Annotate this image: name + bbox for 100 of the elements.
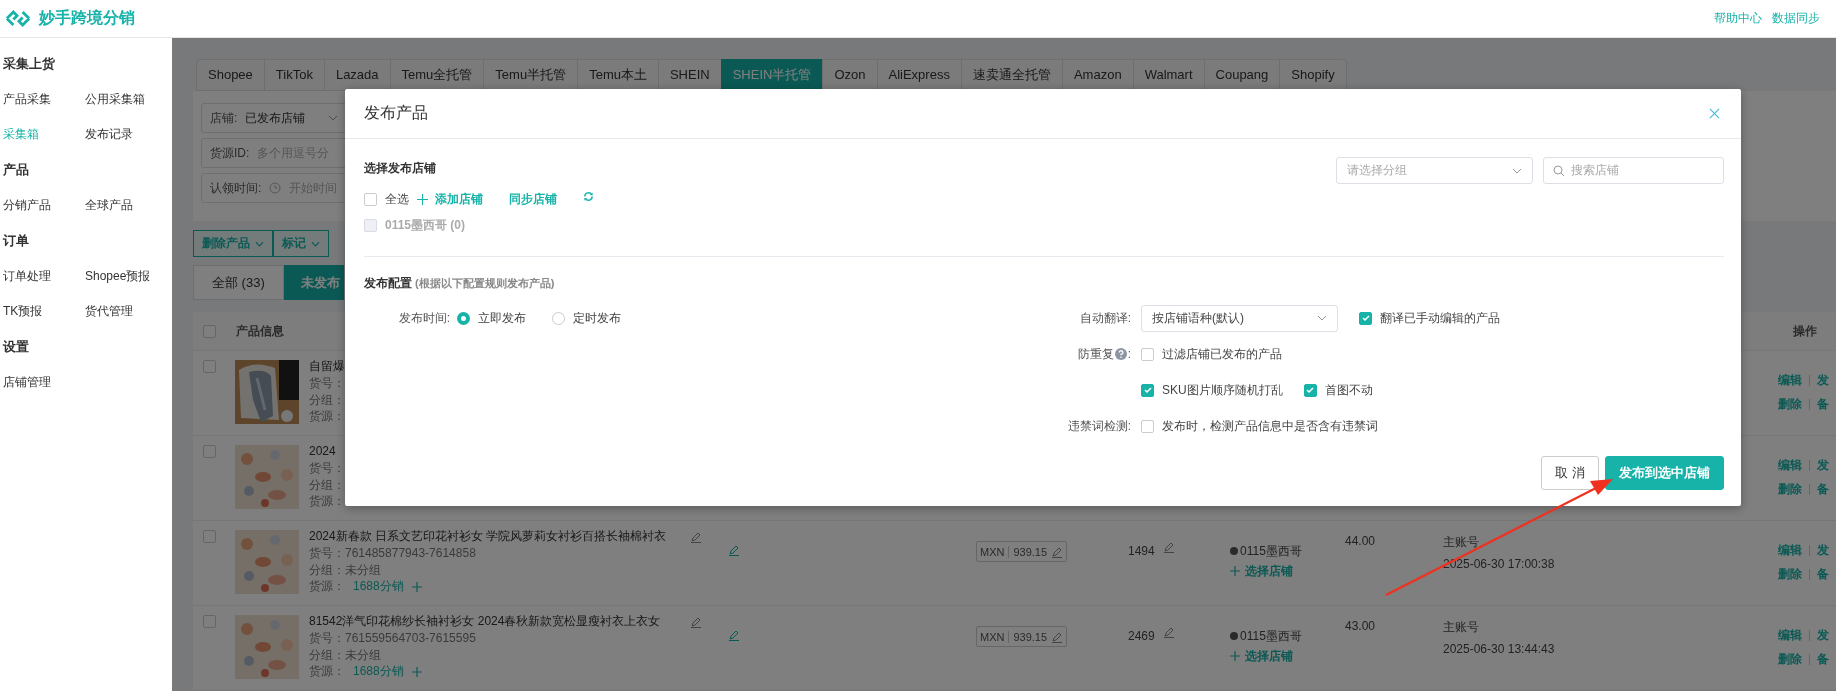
pencil-icon[interactable] — [690, 616, 702, 628]
checkbox[interactable]: 过滤店铺已发布的产品 — [1141, 345, 1282, 363]
source-link[interactable]: 1688分销 — [353, 578, 404, 595]
action-link[interactable]: 编辑 — [1778, 541, 1802, 559]
platform-tab[interactable]: SHEIN半托管 — [720, 59, 823, 91]
checkbox[interactable] — [203, 530, 216, 543]
bulk-action-button[interactable]: 删除产品 — [193, 230, 273, 257]
status-tab[interactable]: 全部 (33) — [193, 265, 284, 300]
timestamp: 2025-06-30 13:44:43 — [1443, 641, 1556, 658]
sidebar-item[interactable]: 分销产品 — [3, 188, 51, 223]
platform-tab[interactable]: 速卖通全托管 — [960, 59, 1062, 91]
publish-button[interactable]: 发布到选中店铺 — [1605, 456, 1724, 490]
plus-icon[interactable] — [411, 666, 422, 677]
action-link[interactable]: 编辑 — [1778, 456, 1802, 474]
platform-tab[interactable]: Coupang — [1203, 59, 1280, 91]
source-label: 货源： — [309, 408, 345, 425]
app-title: 妙手跨境分销 — [39, 8, 135, 28]
pencil-icon[interactable] — [1162, 541, 1175, 553]
close-icon[interactable] — [1709, 108, 1720, 119]
store-name: 0115墨西哥 — [1240, 543, 1302, 560]
platform-tab[interactable]: AliExpress — [876, 59, 961, 91]
product-sku: 货号：761559564703-7615595 — [309, 630, 477, 647]
help-icon[interactable] — [1114, 348, 1127, 360]
pencil-icon[interactable] — [1162, 626, 1175, 638]
select-store-link[interactable]: 选择店铺 — [1230, 561, 1293, 581]
field-label: : — [1127, 347, 1131, 361]
checkbox[interactable]: 翻译已手动编辑的产品 — [1359, 309, 1500, 327]
sidebar-item[interactable]: 产品采集 — [3, 82, 51, 117]
plus-icon[interactable] — [411, 581, 422, 592]
action-link[interactable]: 删除 — [1778, 395, 1802, 413]
sidebar-item[interactable]: 订单处理 — [3, 259, 51, 294]
add-store-link[interactable]: 添加店铺 — [417, 190, 483, 208]
action-link[interactable]: 删除 — [1778, 480, 1802, 498]
header-link[interactable]: 数据同步 — [1772, 10, 1820, 27]
platform-tab[interactable]: Temu本土 — [577, 59, 658, 91]
account-name: 主账号 — [1443, 619, 1480, 636]
platform-tab[interactable]: Shopify — [1279, 59, 1347, 91]
sidebar-item[interactable]: 采集箱 — [3, 117, 39, 152]
cost-value: 44.00 — [1345, 534, 1376, 548]
product-sku: 货号：761485877943-7614858 — [309, 545, 477, 562]
pencil-icon[interactable] — [728, 544, 740, 556]
platform-tab[interactable]: TikTok — [263, 59, 324, 91]
checkbox[interactable]: SKU图片顺序随机打乱 — [1141, 381, 1283, 399]
sidebar-item[interactable]: 店铺管理 — [3, 365, 51, 400]
sidebar-item[interactable]: 全球产品 — [85, 188, 133, 223]
price-field[interactable]: MXN 939.15 — [976, 626, 1068, 647]
platform-tab[interactable]: SHEIN — [657, 59, 721, 91]
action-link[interactable]: 备 — [1817, 480, 1829, 498]
action-link[interactable]: 删除 — [1778, 565, 1802, 583]
status-tab[interactable]: 未发布 — [283, 265, 344, 300]
action-link[interactable]: 发 — [1817, 626, 1829, 644]
sync-store-link[interactable]: 同步店铺 — [509, 190, 557, 208]
action-link[interactable]: 备 — [1817, 565, 1829, 583]
platform-tab[interactable]: Shopee — [196, 59, 264, 91]
sidebar-item[interactable]: Shopee预报 — [85, 259, 151, 294]
checkbox[interactable] — [203, 324, 216, 338]
platform-tab[interactable]: Amazon — [1061, 59, 1133, 91]
cancel-button[interactable]: 取 消 — [1541, 456, 1599, 490]
checkbox[interactable] — [203, 615, 216, 628]
checkbox[interactable]: 首图不动 — [1303, 381, 1373, 399]
language-select[interactable]: 按店铺语种(默认) — [1141, 304, 1338, 332]
platform-tab[interactable]: Lazada — [323, 59, 390, 91]
action-link[interactable]: 备 — [1817, 650, 1829, 668]
checkbox[interactable] — [203, 445, 216, 458]
sidebar-heading: 采集上货 — [3, 55, 56, 73]
sidebar-item[interactable]: 发布记录 — [85, 117, 133, 152]
radio-option[interactable]: 立即发布 — [457, 309, 526, 327]
radio-option[interactable]: 定时发布 — [552, 309, 621, 327]
select-store-link[interactable]: 选择店铺 — [1230, 646, 1293, 666]
action-link[interactable]: 发 — [1817, 456, 1829, 474]
action-link[interactable]: 编辑 — [1778, 371, 1802, 389]
product-title: 2024新春款 日系文艺印花衬衫女 学院风萝莉女衬衫百搭长袖棉衬衣 — [309, 528, 668, 545]
pencil-icon[interactable] — [1051, 545, 1064, 558]
header-link[interactable]: 帮助中心 — [1714, 10, 1762, 27]
action-link[interactable]: 发 — [1817, 371, 1829, 389]
pencil-icon[interactable] — [728, 629, 740, 641]
sidebar-item[interactable]: TK预报 — [3, 294, 43, 329]
sidebar-item[interactable]: 货代管理 — [85, 294, 133, 329]
sidebar-heading: 产品 — [3, 161, 30, 179]
platform-tab[interactable]: Walmart — [1132, 59, 1204, 91]
action-link[interactable]: 删除 — [1778, 650, 1802, 668]
platform-tab[interactable]: Ozon — [822, 59, 877, 91]
pencil-icon[interactable] — [1051, 630, 1064, 643]
search-field[interactable]: 搜索店铺 — [1543, 157, 1724, 184]
action-link[interactable]: 备 — [1817, 395, 1829, 413]
source-link[interactable]: 1688分销 — [353, 663, 404, 680]
price-field[interactable]: MXN 939.15 — [976, 541, 1068, 562]
bulk-action-button[interactable]: 标记 — [273, 230, 329, 257]
sidebar-item[interactable]: 公用采集箱 — [85, 82, 145, 117]
checkbox[interactable]: 发布时，检测产品信息中是否含有违禁词 — [1141, 417, 1378, 435]
group-select[interactable]: 请选择分组 — [1336, 157, 1533, 184]
platform-tab[interactable]: Temu半托管 — [483, 59, 578, 91]
platform-tab[interactable]: Temu全托管 — [389, 59, 484, 91]
checkbox[interactable] — [203, 360, 216, 373]
product-group: 分组： — [309, 391, 690, 408]
action-link[interactable]: 发 — [1817, 541, 1829, 559]
pencil-icon[interactable] — [690, 531, 702, 543]
action-link[interactable]: 编辑 — [1778, 626, 1802, 644]
refresh-icon[interactable] — [583, 190, 594, 202]
sidebar-heading: 订单 — [3, 232, 30, 250]
